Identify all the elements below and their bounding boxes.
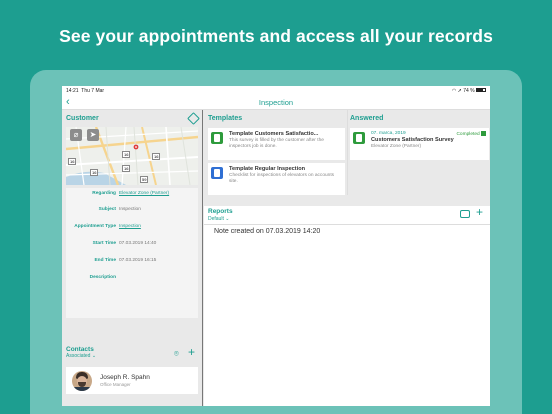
content-area: Customer ⌀ ➤ 16 16 16 16 16 59 Regarding… xyxy=(62,110,490,406)
map-layers-icon[interactable]: ⌀ xyxy=(70,129,82,141)
field-label: Appointment Type xyxy=(74,224,116,229)
details-fields: Regarding Elevator Zone (Partner) Subject… xyxy=(66,188,198,318)
report-note[interactable]: Note created on 07.03.2019 14:20 xyxy=(214,228,320,235)
status-bar: 14:21 Thu 7 Mar ◠ ➚ 74 % xyxy=(62,86,490,95)
location-pin-icon[interactable]: ⌾ xyxy=(174,349,179,359)
contact-card[interactable]: Joseph R. Spahn Office Manager xyxy=(66,367,198,394)
field-value: Inspection xyxy=(119,207,141,212)
template-title: Template Regular Inspection xyxy=(229,166,306,172)
template-desc: Checklist for inspections of elevators o… xyxy=(229,173,335,184)
field-value: 07.03.2019 14:40 xyxy=(119,241,157,246)
add-report-icon[interactable]: + xyxy=(476,205,483,219)
nav-bar: ‹ Inspection xyxy=(62,95,490,110)
map-road-label: 59 xyxy=(140,176,149,183)
contacts-header: Contacts Associated ⌄ ⌾ + xyxy=(66,345,198,359)
template-card[interactable]: Template Customers Satisfactio... This s… xyxy=(208,128,345,160)
camera-icon[interactable] xyxy=(460,210,470,218)
battery-percent: 74 % xyxy=(463,87,475,94)
status-date: Thu 7 Mar xyxy=(81,87,105,94)
directions-icon[interactable] xyxy=(187,112,200,125)
field-start-time: Start Time 07.03.2019 14:40 xyxy=(66,241,198,246)
reports-section: Reports Default ⌄ + Note created on 07.0… xyxy=(204,205,490,406)
map-road-label: 16 xyxy=(68,158,77,165)
field-end-time: End Time 07.03.2019 16:15 xyxy=(66,258,198,263)
status-badge: Completed xyxy=(456,131,486,137)
location-icon: ➚ xyxy=(457,87,462,94)
status-right: ◠ ➚ 74 % xyxy=(452,88,486,94)
appointment-type-link[interactable]: Inspection xyxy=(119,224,141,229)
field-label: Start Time xyxy=(92,241,116,246)
answered-pane: Answered 07. marca, 2019 Completed Custo… xyxy=(347,110,490,195)
map-road-label: 16 xyxy=(122,165,131,172)
map-svg xyxy=(66,127,198,185)
contact-role: Office Manager xyxy=(100,382,131,387)
field-label: Description xyxy=(89,275,116,280)
field-label: Regarding xyxy=(92,191,116,196)
add-contact-icon[interactable]: + xyxy=(188,345,195,359)
contact-avatar xyxy=(72,370,92,391)
completed-square-icon xyxy=(481,131,486,136)
regarding-link[interactable]: Elevator Zone (Partner) xyxy=(119,191,169,196)
map-locate-icon[interactable]: ➤ xyxy=(87,129,99,141)
checklist-doc-icon xyxy=(211,167,223,179)
chevron-down-icon: ⌄ xyxy=(225,216,230,222)
headline: See your appointments and access all you… xyxy=(59,26,493,46)
answered-status: Completed xyxy=(456,131,480,137)
reports-filter[interactable]: Default ⌄ xyxy=(208,216,229,222)
customer-map[interactable]: ⌀ ➤ 16 16 16 16 16 59 xyxy=(66,127,198,185)
field-appointment-type: Appointment Type Inspection xyxy=(66,224,198,229)
answered-name: Customers Satisfaction Survey xyxy=(371,136,454,143)
map-road-label: 16 xyxy=(122,151,131,158)
status-time: 14:21 xyxy=(66,87,79,94)
survey-doc-icon xyxy=(353,132,365,144)
field-label: End Time xyxy=(94,258,116,263)
field-regarding: Regarding Elevator Zone (Partner) xyxy=(66,191,198,196)
survey-doc-icon xyxy=(211,132,223,144)
contacts-filter-label: Associated xyxy=(66,353,91,359)
divider xyxy=(204,224,490,225)
chevron-down-icon: ⌄ xyxy=(91,353,97,359)
nav-title: Inspection xyxy=(258,97,294,107)
answered-card[interactable]: 07. marca, 2019 Completed Customers Sati… xyxy=(350,128,489,160)
template-desc: This survey is filled by the customer af… xyxy=(229,138,324,149)
templates-pane: Templates Template Customers Satisfactio… xyxy=(204,110,347,195)
battery-icon xyxy=(476,88,486,93)
template-title: Template Customers Satisfactio... xyxy=(229,131,319,137)
wifi-icon: ◠ xyxy=(451,87,457,94)
field-label: Subject xyxy=(98,207,116,212)
reports-title: Reports xyxy=(208,208,233,215)
back-chevron-icon[interactable]: ‹ xyxy=(66,95,70,110)
template-card[interactable]: Template Regular Inspection Checklist fo… xyxy=(208,163,345,195)
reports-filter-label: Default xyxy=(208,216,224,222)
status-datetime: 14:21 Thu 7 Mar xyxy=(66,88,104,94)
contact-name: Joseph R. Spahn xyxy=(100,374,150,381)
answered-title: Answered xyxy=(350,115,384,122)
field-subject: Subject Inspection xyxy=(66,207,198,212)
answered-account: Elevator Zone (Partner) xyxy=(371,143,422,149)
map-road-label: 16 xyxy=(90,169,99,176)
customer-title: Customer xyxy=(66,115,99,122)
field-description: Description xyxy=(66,275,198,280)
left-pane: Customer ⌀ ➤ 16 16 16 16 16 59 Regarding… xyxy=(62,110,203,406)
templates-title: Templates xyxy=(208,115,243,122)
answered-date: 07. marca, 2019 xyxy=(371,131,406,136)
map-road-label: 16 xyxy=(152,153,161,160)
app-screen: 14:21 Thu 7 Mar ◠ ➚ 74 % ‹ Inspection Cu… xyxy=(62,86,490,406)
field-value: 07.03.2019 16:15 xyxy=(119,258,157,263)
